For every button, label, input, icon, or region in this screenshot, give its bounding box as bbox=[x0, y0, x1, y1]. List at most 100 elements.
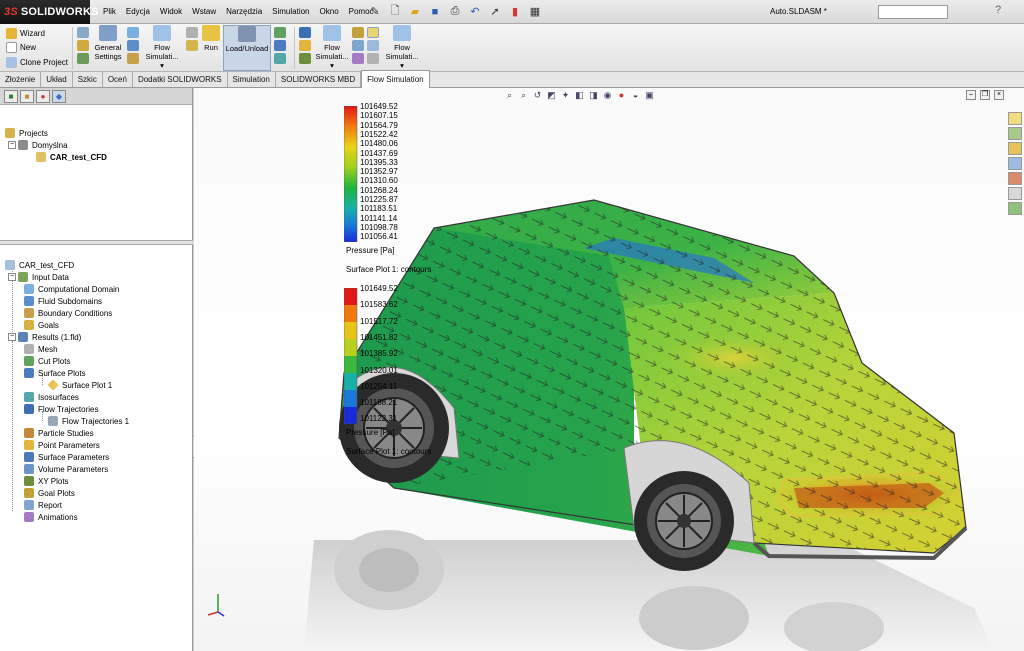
feature-tree-tab-icon[interactable]: ■ bbox=[4, 90, 18, 103]
tab-szkic[interactable]: Szkic bbox=[73, 72, 103, 87]
design-library-icon[interactable] bbox=[1008, 127, 1022, 140]
tree-cut-plots[interactable]: Cut Plots bbox=[24, 355, 70, 367]
tree-mesh[interactable]: Mesh bbox=[24, 343, 58, 355]
flow-analysis-tab-icon[interactable]: ◆ bbox=[52, 90, 66, 103]
load-unload-button[interactable]: Load/Unload bbox=[223, 25, 271, 71]
pin-icon[interactable]: ✎ bbox=[366, 3, 384, 20]
display-icon[interactable] bbox=[367, 40, 379, 51]
new-project-button[interactable]: New bbox=[6, 41, 72, 54]
new-file-icon[interactable]: 🗋 bbox=[386, 3, 404, 20]
dynamic-annotation-icon[interactable]: ✦ bbox=[560, 90, 571, 101]
computational-domain-icon[interactable] bbox=[127, 27, 139, 38]
print-icon[interactable]: ⎙ bbox=[446, 3, 464, 20]
tree-project-car-test[interactable]: CAR_test_CFD bbox=[36, 151, 107, 163]
graphics-area[interactable]: ⌕ ⌕ ↺ ◩ ✦ ◧ ◨ ◉ ● ◒ ▣ – ❐ × 101649.52 10… bbox=[194, 88, 1024, 651]
custom-properties-icon[interactable] bbox=[1008, 187, 1022, 200]
file-explorer-icon[interactable] bbox=[1008, 142, 1022, 155]
tab-ocen[interactable]: Oceń bbox=[103, 72, 133, 87]
view-palette-icon[interactable] bbox=[1008, 157, 1022, 170]
xy-plot-icon[interactable] bbox=[299, 53, 311, 64]
collapse-icon[interactable]: − bbox=[8, 333, 16, 341]
configuration-tab-icon[interactable]: ● bbox=[36, 90, 50, 103]
rebuild-light-icon[interactable]: ▮ bbox=[506, 3, 524, 20]
section-view-icon[interactable]: ◩ bbox=[546, 90, 557, 101]
tree-results[interactable]: − Results (1.fld) bbox=[8, 331, 81, 343]
fluid-subdomain-icon[interactable] bbox=[127, 40, 139, 51]
tree-projects-root[interactable]: Projects bbox=[5, 127, 48, 139]
run-button[interactable]: Run bbox=[201, 25, 221, 71]
tree-goal-plots[interactable]: Goal Plots bbox=[24, 487, 75, 499]
save-icon[interactable]: ■ bbox=[426, 3, 444, 20]
probe-icon[interactable] bbox=[367, 53, 379, 64]
search-input[interactable] bbox=[878, 5, 948, 19]
wizard-button[interactable]: Wizard bbox=[6, 27, 72, 40]
tree-goals[interactable]: Goals bbox=[24, 319, 59, 331]
property-manager-tab-icon[interactable]: ■ bbox=[20, 90, 34, 103]
tree-config-domyslna[interactable]: − Domyślna bbox=[8, 139, 68, 151]
tree-xy-plots[interactable]: XY Plots bbox=[24, 475, 69, 487]
point-parameters-icon[interactable] bbox=[299, 40, 311, 51]
restore-icon[interactable]: ❐ bbox=[980, 90, 990, 100]
isosurface-icon[interactable] bbox=[274, 53, 286, 64]
tab-mbd[interactable]: SOLIDWORKS MBD bbox=[276, 72, 362, 87]
collapse-icon[interactable]: − bbox=[8, 141, 16, 149]
menu-narzedzia[interactable]: Narzędzia bbox=[221, 0, 267, 24]
tree-volume-parameters[interactable]: Volume Parameters bbox=[24, 463, 108, 475]
tab-flow-simulation[interactable]: Flow Simulation bbox=[361, 70, 430, 88]
appearances-icon[interactable] bbox=[1008, 172, 1022, 185]
hide-show-items-icon[interactable]: ◉ bbox=[602, 90, 613, 101]
goal-plot-icon[interactable] bbox=[352, 27, 364, 38]
tree-particle-studies[interactable]: Particle Studies bbox=[24, 427, 94, 439]
tree-flow-trajectories[interactable]: Flow Trajectories bbox=[24, 403, 98, 415]
tree-surface-plots[interactable]: Surface Plots bbox=[24, 367, 86, 379]
report-icon[interactable] bbox=[352, 40, 364, 51]
zoom-to-fit-icon[interactable]: ⌕ bbox=[504, 90, 515, 101]
collapse-icon[interactable]: − bbox=[8, 273, 16, 281]
menu-plik[interactable]: Plik bbox=[98, 0, 121, 24]
previous-view-icon[interactable]: ↺ bbox=[532, 90, 543, 101]
resources-icon[interactable] bbox=[1008, 112, 1022, 125]
mesh-icon[interactable] bbox=[186, 27, 198, 38]
tree-boundary-conditions[interactable]: Boundary Conditions bbox=[24, 307, 112, 319]
tree-animations[interactable]: Animations bbox=[24, 511, 78, 523]
solver-icon[interactable] bbox=[186, 40, 198, 51]
tree-computational-domain[interactable]: Computational Domain bbox=[24, 283, 119, 295]
menu-simulation[interactable]: Simulation bbox=[267, 0, 314, 24]
tab-simulation[interactable]: Simulation bbox=[228, 72, 276, 87]
units-icon[interactable] bbox=[77, 40, 89, 51]
general-settings-button[interactable]: General Settings bbox=[92, 25, 124, 71]
options-icon[interactable]: ▦ bbox=[526, 3, 544, 20]
tree-isosurfaces[interactable]: Isosurfaces bbox=[24, 391, 79, 403]
flow-simulation-dropdown-1[interactable]: Flow Simulati... ▾ bbox=[143, 25, 181, 71]
tab-zlozenie[interactable]: Złożenie bbox=[0, 72, 42, 87]
close-icon[interactable]: × bbox=[994, 90, 1004, 100]
gear-icon[interactable] bbox=[77, 27, 89, 38]
undo-icon[interactable]: ↶ bbox=[466, 3, 484, 20]
tree-report[interactable]: Report bbox=[24, 499, 62, 511]
flow-results-icon[interactable] bbox=[1008, 202, 1022, 215]
tab-uklad[interactable]: Układ bbox=[41, 72, 73, 87]
light-bulb-icon[interactable] bbox=[367, 27, 379, 38]
component-control-icon[interactable] bbox=[77, 53, 89, 64]
tree-analysis-root[interactable]: CAR_test_CFD bbox=[5, 259, 74, 271]
flow-simulation-dropdown-2[interactable]: Flow Simulati... ▾ bbox=[314, 25, 350, 71]
scene-icon[interactable]: ◒ bbox=[630, 90, 641, 101]
flow-simulation-dropdown-3[interactable]: Flow Simulati... ▾ bbox=[384, 25, 420, 71]
animation-icon[interactable] bbox=[352, 53, 364, 64]
panel-splitter[interactable] bbox=[0, 240, 193, 245]
view-orientation-icon[interactable]: ◧ bbox=[574, 90, 585, 101]
display-style-icon[interactable]: ◨ bbox=[588, 90, 599, 101]
tree-fluid-subdomains[interactable]: Fluid Subdomains bbox=[24, 295, 102, 307]
menu-okno[interactable]: Okno bbox=[315, 0, 344, 24]
tree-surface-plot-1[interactable]: Surface Plot 1 bbox=[47, 379, 112, 391]
boundary-condition-icon[interactable] bbox=[127, 53, 139, 64]
help-icon[interactable]: ? bbox=[990, 4, 1006, 20]
menu-edycja[interactable]: Edycja bbox=[121, 0, 155, 24]
appearance-icon[interactable]: ● bbox=[616, 90, 627, 101]
solidworks-logo[interactable]: 3S SOLIDWORKS bbox=[0, 0, 98, 24]
menu-widok[interactable]: Widok bbox=[155, 0, 187, 24]
view-settings-icon[interactable]: ▣ bbox=[644, 90, 655, 101]
tree-flow-trajectories-1[interactable]: Flow Trajectories 1 bbox=[48, 415, 129, 427]
cut-plot-icon[interactable] bbox=[274, 27, 286, 38]
tab-dodatki[interactable]: Dodatki SOLIDWORKS bbox=[133, 72, 228, 87]
